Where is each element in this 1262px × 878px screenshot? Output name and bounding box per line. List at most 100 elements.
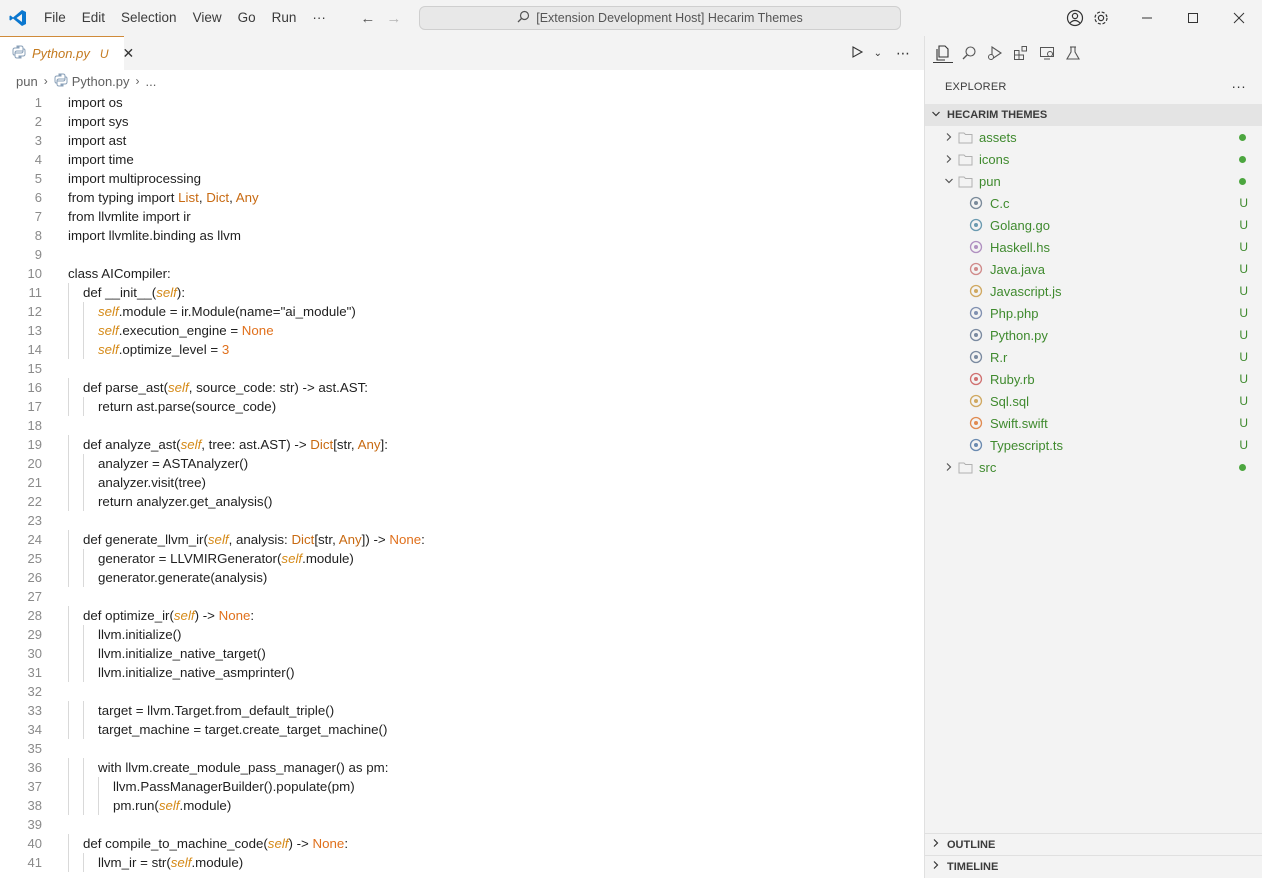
code-line[interactable]: 10 class AICompiler: <box>0 264 924 283</box>
more-actions-icon[interactable]: ··· <box>1231 78 1246 94</box>
timeline-section[interactable]: TIMELINE <box>925 855 1262 877</box>
menu-edit[interactable]: Edit <box>74 0 113 36</box>
testing-flask-icon[interactable] <box>1063 43 1083 63</box>
code-text: class AICompiler: <box>68 266 171 281</box>
command-center[interactable]: [Extension Development Host] Hecarim The… <box>419 6 901 30</box>
code-line[interactable]: 39 <box>0 815 924 834</box>
code-line[interactable]: 7 from llvmlite import ir <box>0 207 924 226</box>
code-line[interactable]: 31 llvm.initialize_native_asmprinter() <box>0 663 924 682</box>
tab-python-py[interactable]: Python.py U ✕ <box>0 36 134 70</box>
minimize-button[interactable] <box>1124 0 1170 36</box>
menu-more[interactable]: ··· <box>304 0 334 36</box>
tree-file[interactable]: R.r U <box>925 346 1262 368</box>
tree-folder[interactable]: src <box>925 456 1262 478</box>
code-line[interactable]: 38 pm.run(self.module) <box>0 796 924 815</box>
code-line[interactable]: 33 target = llvm.Target.from_default_trip… <box>0 701 924 720</box>
code-line[interactable]: 30 llvm.initialize_native_target() <box>0 644 924 663</box>
explorer-title: EXPLORER <box>945 81 1007 93</box>
explorer-icon[interactable] <box>933 43 953 63</box>
run-debug-icon[interactable] <box>985 43 1005 63</box>
outline-section[interactable]: OUTLINE <box>925 833 1262 855</box>
menu-run[interactable]: Run <box>264 0 305 36</box>
code-line[interactable]: 15 <box>0 359 924 378</box>
tree-file[interactable]: Typescript.ts U <box>925 434 1262 456</box>
back-arrow-icon[interactable]: ← <box>360 10 376 27</box>
remote-explorer-icon[interactable] <box>1037 43 1057 63</box>
line-number: 8 <box>34 228 42 243</box>
code-text: self.module = ir.Module(name="ai_module"… <box>98 304 356 319</box>
menu-go[interactable]: Go <box>230 0 264 36</box>
code-line[interactable]: 12 self.module = ir.Module(name="ai_modul… <box>0 302 924 321</box>
tree-file[interactable]: Java.java U <box>925 258 1262 280</box>
code-line[interactable]: 20 analyzer = ASTAnalyzer() <box>0 454 924 473</box>
code-line[interactable]: 34 target_machine = target.create_target_… <box>0 720 924 739</box>
code-line[interactable]: 4 import time <box>0 150 924 169</box>
code-editor[interactable]: 1 import os 2 import sys 3 import ast 4 import … <box>0 93 924 872</box>
tree-file[interactable]: Golang.go U <box>925 214 1262 236</box>
menu-view[interactable]: View <box>185 0 230 36</box>
menu-selection[interactable]: Selection <box>113 0 185 36</box>
tree-file[interactable]: Python.py U <box>925 324 1262 346</box>
workspace-folder-header[interactable]: HECARIM THEMES <box>925 104 1262 126</box>
code-line[interactable]: 3 import ast <box>0 131 924 150</box>
tree-file[interactable]: Swift.swift U <box>925 412 1262 434</box>
tree-file[interactable]: Ruby.rb U <box>925 368 1262 390</box>
js-icon <box>968 283 984 299</box>
search-icon[interactable] <box>959 43 979 63</box>
code-line[interactable]: 24 def generate_llvm_ir(self, analysis: D… <box>0 530 924 549</box>
tree-file[interactable]: Javascript.js U <box>925 280 1262 302</box>
close-window-button[interactable] <box>1216 0 1262 36</box>
chevron-right-icon: › <box>43 74 48 88</box>
code-line[interactable]: 25 generator = LLVMIRGenerator(self.modul… <box>0 549 924 568</box>
tree-folder[interactable]: pun <box>925 170 1262 192</box>
code-line[interactable]: 1 import os <box>0 93 924 112</box>
breadcrumb-pun[interactable]: pun <box>16 74 38 89</box>
code-line[interactable]: 16 def parse_ast(self, source_code: str) … <box>0 378 924 397</box>
code-line[interactable]: 18 <box>0 416 924 435</box>
code-line[interactable]: 21 analyzer.visit(tree) <box>0 473 924 492</box>
code-line[interactable]: 11 def __init__(self): <box>0 283 924 302</box>
account-icon[interactable] <box>1062 0 1088 36</box>
code-line[interactable]: 6 from typing import List, Dict, Any <box>0 188 924 207</box>
run-icon[interactable] <box>850 45 864 62</box>
code-line[interactable]: 37 llvm.PassManagerBuilder().populate(pm) <box>0 777 924 796</box>
tree-folder[interactable]: assets <box>925 126 1262 148</box>
code-line[interactable]: 14 self.optimize_level = 3 <box>0 340 924 359</box>
indent-guide <box>68 492 69 511</box>
breadcrumb-symbol[interactable]: ... <box>146 74 157 89</box>
code-line[interactable]: 9 <box>0 245 924 264</box>
forward-arrow-icon[interactable]: → <box>386 10 402 27</box>
tree-file[interactable]: Haskell.hs U <box>925 236 1262 258</box>
code-line[interactable]: 35 <box>0 739 924 758</box>
code-line[interactable]: 36 with llvm.create_module_pass_manager()… <box>0 758 924 777</box>
code-line[interactable]: 32 <box>0 682 924 701</box>
maximize-button[interactable] <box>1170 0 1216 36</box>
tree-folder[interactable]: icons <box>925 148 1262 170</box>
tree-file[interactable]: Php.php U <box>925 302 1262 324</box>
code-line[interactable]: 2 import sys <box>0 112 924 131</box>
tree-file[interactable]: C.c U <box>925 192 1262 214</box>
tree-file[interactable]: Sql.sql U <box>925 390 1262 412</box>
breadcrumb-file[interactable]: Python.py <box>72 74 130 89</box>
extensions-icon[interactable] <box>1011 43 1031 63</box>
close-icon[interactable]: ✕ <box>123 45 135 62</box>
code-line[interactable]: 19 def analyze_ast(self, tree: ast.AST) -… <box>0 435 924 454</box>
code-line[interactable]: 8 import llvmlite.binding as llvm <box>0 226 924 245</box>
more-actions-icon[interactable]: ⋯ <box>896 45 910 62</box>
code-line[interactable]: 26 generator.generate(analysis) <box>0 568 924 587</box>
git-status-dot <box>1239 155 1246 163</box>
code-line[interactable]: 5 import multiprocessing <box>0 169 924 188</box>
code-line[interactable]: 40 def compile_to_machine_code(self) -> N… <box>0 834 924 853</box>
code-line[interactable]: 22 return analyzer.get_analysis() <box>0 492 924 511</box>
code-line[interactable]: 41 llvm_ir = str(self.module) <box>0 853 924 872</box>
code-line[interactable]: 13 self.execution_engine = None <box>0 321 924 340</box>
gear-icon[interactable] <box>1088 0 1114 36</box>
code-line[interactable]: 29 llvm.initialize() <box>0 625 924 644</box>
code-line[interactable]: 28 def optimize_ir(self) -> None: <box>0 606 924 625</box>
chevron-down-icon[interactable]: ⌄ <box>874 48 882 59</box>
menu-file[interactable]: File <box>36 0 74 36</box>
code-line[interactable]: 17 return ast.parse(source_code) <box>0 397 924 416</box>
code-line[interactable]: 23 <box>0 511 924 530</box>
line-number: 4 <box>34 152 42 167</box>
code-line[interactable]: 27 <box>0 587 924 606</box>
